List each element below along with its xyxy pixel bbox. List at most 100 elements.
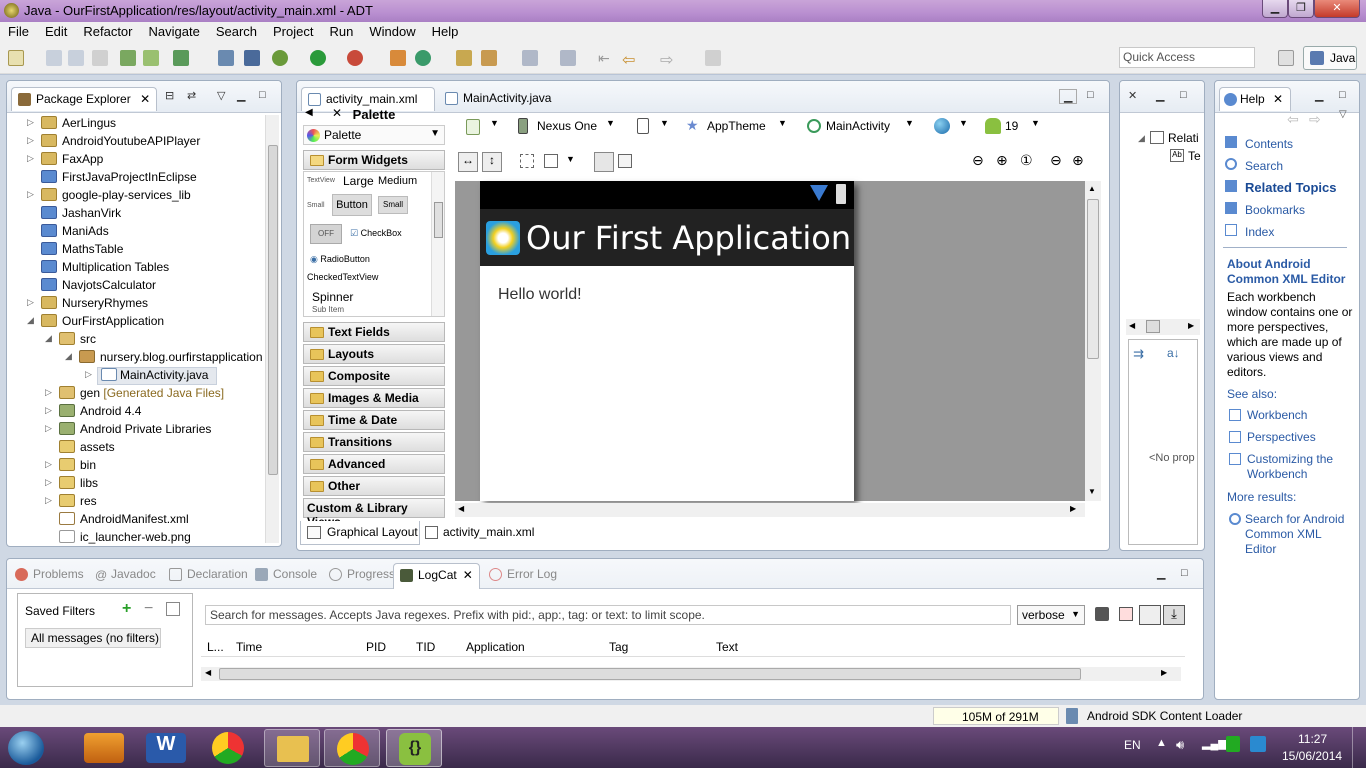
widget-button[interactable]: Button [332,194,372,216]
scroll-right-icon[interactable]: ▶ [1188,321,1194,330]
help-link-related-topics[interactable]: Related Topics [1225,177,1355,199]
menu-window[interactable]: Window [361,22,423,39]
device-preview[interactable]: Our First Application Hello world! [480,181,854,501]
tree-item[interactable]: AndroidManifest.xml [13,511,269,529]
maximize-view-icon[interactable]: □ [1180,89,1187,101]
minimize-view-icon[interactable]: ▁ [1157,567,1165,580]
tree-item[interactable]: ▷ MainActivity.java [13,367,269,385]
zoom-out-icon[interactable]: ⊖ [1050,152,1062,169]
logcat-search-input[interactable]: Search for messages. Accepts Java regexe… [205,605,1011,625]
chevron-down-icon[interactable]: ▼ [959,118,968,128]
tab-graphical-layout[interactable]: Graphical Layout [300,521,420,545]
avd-manager-icon[interactable] [143,50,159,66]
new-java-package-icon[interactable] [390,50,406,66]
tree-item[interactable]: ▷ google-play-services_lib [13,187,269,205]
chevron-down-icon[interactable]: ▼ [490,118,499,128]
tree-item[interactable]: NavjotsCalculator [13,277,269,295]
clock-date[interactable]: 15/06/2014 [1282,749,1342,763]
column-application[interactable]: Application [466,640,525,654]
scrollbar-thumb[interactable] [268,145,278,475]
palette-category-transitions[interactable]: Transitions [303,432,445,452]
toggle-image-icon[interactable] [594,152,614,172]
explorer-taskbar-button[interactable] [264,729,320,767]
orientation-icon[interactable] [637,118,649,134]
see-link-perspectives[interactable]: Perspectives [1227,430,1359,445]
widget-medium-text[interactable]: Medium [378,175,417,187]
maximize-view-icon[interactable]: □ [259,89,266,101]
zoom-fit-icon[interactable]: ⊕ [996,152,1008,169]
zoom-in-icon[interactable]: ⊕ [1072,152,1084,169]
canvas-vertical-scrollbar[interactable]: ▲ ▼ [1085,181,1101,501]
print-icon[interactable] [92,50,108,66]
menu-search[interactable]: Search [208,22,265,39]
scroll-left-icon[interactable]: ◀ [458,504,464,513]
tree-item[interactable]: ▷ gen [Generated Java Files] [13,385,269,403]
palette-category-other[interactable]: Other [303,476,445,496]
tree-item[interactable]: ▷ NurseryRhymes [13,295,269,313]
maximize-view-icon[interactable]: □ [1339,89,1346,101]
sort-alpha-icon[interactable]: a↓ [1167,346,1180,360]
prev-annotation-icon[interactable] [560,50,576,66]
adt-taskbar-button[interactable]: {} [386,729,442,767]
link-editor-icon[interactable]: ⇄ [187,89,196,102]
minimize-button[interactable]: ▁ [1262,0,1288,18]
tree-item[interactable]: ▷ AerLingus [13,115,269,133]
tree-item[interactable]: ic_launcher-web.png [13,529,269,547]
widget-small-button[interactable]: Small [378,196,408,214]
help-link-bookmarks[interactable]: Bookmarks [1225,199,1355,221]
show-desktop-button[interactable] [1352,727,1366,768]
scroll-up-icon[interactable]: ▲ [1088,184,1096,193]
canvas-horizontal-scrollbar[interactable]: ◀ ▶ [455,503,1085,517]
widget-textview[interactable]: TextView [307,177,335,184]
column-time[interactable]: Time [236,640,262,654]
zoom-actual-icon[interactable]: ⊖ [972,152,984,169]
toggle-filters-icon[interactable] [1139,605,1161,625]
chevron-down-icon[interactable]: ▼ [606,118,615,128]
all-messages-filter[interactable]: All messages (no filters) [25,628,161,648]
minimize-view-icon[interactable]: ▁ [1156,89,1164,102]
close-tab-icon[interactable]: ✕ [1128,89,1137,102]
tree-item[interactable]: FirstJavaProjectInEclipse [13,169,269,187]
sdk-manager-icon[interactable] [120,50,136,66]
menu-file[interactable]: File [0,22,37,39]
hello-world-textview[interactable]: Hello world! [498,286,582,304]
tree-item[interactable]: assets [13,439,269,457]
tree-item[interactable]: ◢ OurFirstApplication [13,313,269,331]
help-link-contents[interactable]: Contents [1225,133,1355,155]
save-icon[interactable] [46,50,62,66]
palette-category-layouts[interactable]: Layouts [303,344,445,364]
column-tid[interactable]: TID [416,640,435,654]
palette-scrollbar[interactable] [431,172,444,316]
see-link-customizing[interactable]: Customizing the Workbench [1227,452,1359,482]
edit-filter-icon[interactable] [166,602,180,616]
menu-project[interactable]: Project [265,22,321,39]
chevron-down-icon[interactable]: ▼ [905,118,914,128]
lint-icon[interactable] [173,50,189,66]
palette-category-advanced[interactable]: Advanced [303,454,445,474]
tree-item[interactable]: ManiAds [13,223,269,241]
categorize-icon[interactable]: ⇉ [1133,346,1144,362]
scrollbar-thumb[interactable] [219,668,1081,680]
clock-time[interactable]: 11:27 [1298,732,1327,746]
tray-app-icon[interactable] [1250,736,1266,752]
save-all-icon[interactable] [68,50,84,66]
view-menu-icon[interactable]: ▽ [1339,109,1347,120]
widget-checkbox[interactable]: ☑ CheckBox [350,228,402,239]
start-button-icon[interactable] [8,731,44,765]
zoom-100-icon[interactable]: ① [1020,152,1033,169]
network-signal-icon[interactable]: ▂▄▆ [1202,737,1227,750]
tab-main-activity-java[interactable]: MainActivity.java [439,87,557,111]
show-hidden-icons[interactable]: ▲ [1156,737,1167,749]
tab-package-explorer[interactable]: Package Explorer ✕ [11,87,158,111]
tree-item[interactable]: ▷ res [13,493,269,511]
tree-item[interactable]: ▷ libs [13,475,269,493]
chevron-down-icon[interactable]: ▼ [778,118,787,128]
column-level[interactable]: L... [207,640,224,654]
tree-item[interactable]: ▷ AndroidYoutubeAPIPlayer [13,133,269,151]
xml-icon[interactable] [218,50,234,66]
media-player-icon[interactable] [84,733,124,763]
pin-editor-icon[interactable] [705,50,721,66]
scrollbar-thumb[interactable] [1087,199,1099,359]
tree-item[interactable]: Multiplication Tables [13,259,269,277]
close-button[interactable]: ✕ [1314,0,1360,18]
